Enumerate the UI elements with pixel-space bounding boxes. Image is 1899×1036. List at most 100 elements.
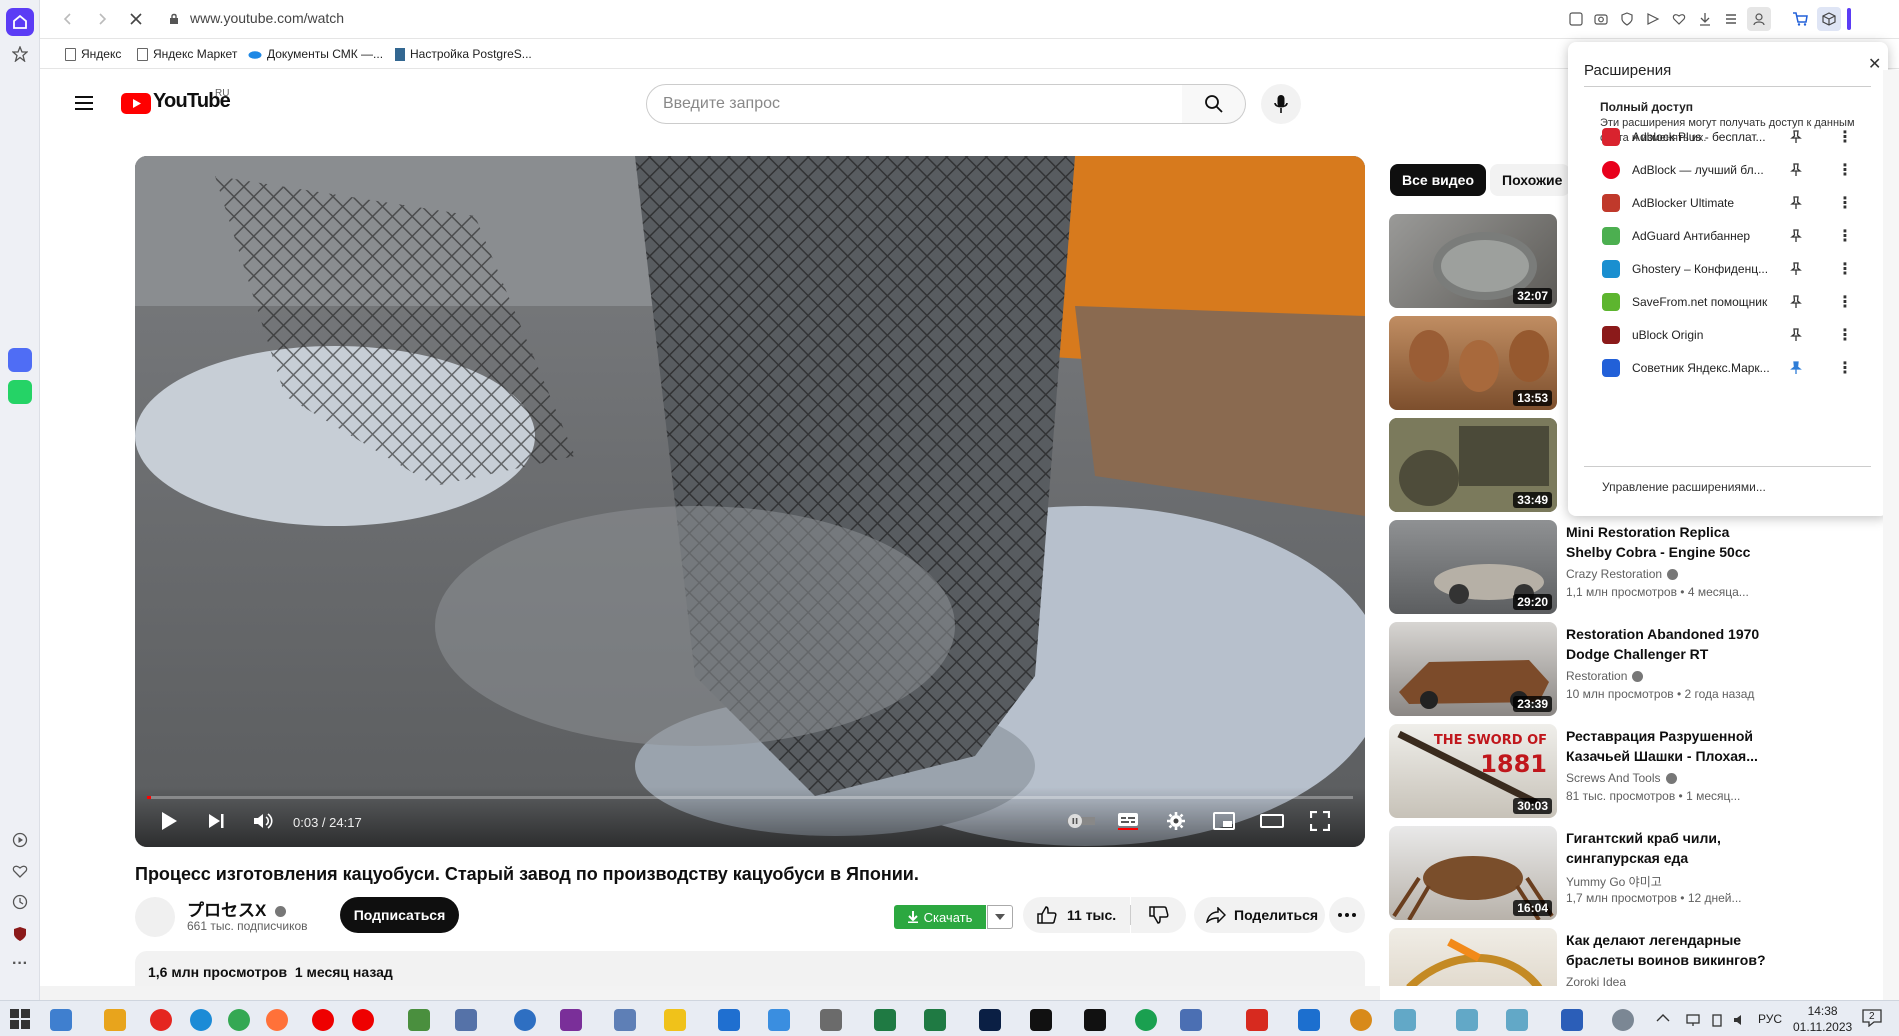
terminal-icon[interactable]: [1030, 1009, 1052, 1031]
extension-ghostery[interactable]: Ghostery – Конфиденц... ⋮: [1602, 254, 1872, 284]
recommendation-item[interactable]: THE SWORD OF 1881 30:03 Реставрация Разру…: [1389, 724, 1889, 820]
pin-icon[interactable]: [1790, 295, 1802, 309]
pin-filled-icon[interactable]: [1790, 361, 1802, 375]
subtitles-button[interactable]: [1114, 807, 1142, 835]
extension-menu-icon[interactable]: ⋮: [1837, 193, 1853, 213]
app-icon[interactable]: [1612, 1009, 1634, 1031]
download-icon[interactable]: [1695, 9, 1715, 29]
channel-name[interactable]: Screws And Tools: [1566, 771, 1677, 785]
fullscreen-button[interactable]: [1306, 807, 1334, 835]
app-icon[interactable]: [1394, 1009, 1416, 1031]
download-manager-icon[interactable]: [718, 1009, 740, 1031]
progress-bar[interactable]: [147, 796, 1353, 799]
terminal-icon[interactable]: [1084, 1009, 1106, 1031]
video-title[interactable]: Как делают легендарные браслеты воинов в…: [1566, 930, 1771, 970]
video-thumbnail[interactable]: 13:53: [1389, 316, 1557, 410]
horizontal-scrollbar[interactable]: [40, 986, 1380, 1000]
back-icon[interactable]: [58, 9, 78, 29]
extension-adblock-plus[interactable]: Adblock Plus - бесплат... ⋮: [1602, 122, 1872, 152]
start-icon[interactable]: [10, 1009, 32, 1031]
video-player[interactable]: 0:03 / 24:17: [135, 156, 1365, 847]
extension-menu-icon[interactable]: ⋮: [1837, 127, 1853, 147]
volume-tray-icon[interactable]: [1733, 1013, 1747, 1027]
video-thumbnail[interactable]: 33:49: [1389, 418, 1557, 512]
volume-button[interactable]: [250, 807, 278, 835]
network-icon[interactable]: [1686, 1013, 1700, 1027]
settings-button[interactable]: [1162, 807, 1190, 835]
dislike-button[interactable]: [1131, 897, 1186, 933]
bookmark-smk-docs[interactable]: Документы СМК —...: [248, 47, 383, 61]
bookmarks-icon[interactable]: [6, 40, 34, 68]
favorites-icon[interactable]: [6, 857, 34, 885]
like-button[interactable]: 11 тыс.: [1023, 897, 1130, 933]
extension-menu-icon[interactable]: ⋮: [1837, 325, 1853, 345]
pin-icon[interactable]: [1790, 196, 1802, 210]
yandex-browser-icon[interactable]: [150, 1009, 172, 1031]
opera-icon[interactable]: [312, 1009, 334, 1031]
protect-icon[interactable]: [1617, 9, 1637, 29]
extension-adguard[interactable]: AdGuard Антибаннер ⋮: [1602, 221, 1872, 251]
pdf-icon[interactable]: [1246, 1009, 1268, 1031]
menu-icon[interactable]: [1721, 9, 1741, 29]
video-thumbnail[interactable]: 29:20: [1389, 520, 1557, 614]
ublock-rail-icon[interactable]: [6, 920, 34, 948]
clock[interactable]: 14:38 01.11.2023: [1793, 1003, 1852, 1035]
history-icon[interactable]: [6, 888, 34, 916]
channel-name[interactable]: Zoroki Idea: [1566, 975, 1626, 986]
app-icon[interactable]: [1135, 1009, 1157, 1031]
video-thumbnail[interactable]: 16:04: [1389, 826, 1557, 920]
battery-icon[interactable]: [1710, 1013, 1724, 1027]
app-icon[interactable]: [455, 1009, 477, 1031]
folder-icon[interactable]: [664, 1009, 686, 1031]
download-options-button[interactable]: [987, 905, 1013, 929]
extension-menu-icon[interactable]: ⋮: [1837, 292, 1853, 312]
photoshop-icon[interactable]: [979, 1009, 1001, 1031]
app-icon[interactable]: [1298, 1009, 1320, 1031]
excel-icon[interactable]: [924, 1009, 946, 1031]
extension-adblock[interactable]: AdBlock — лучший бл... ⋮: [1602, 155, 1872, 185]
home-icon[interactable]: [6, 8, 34, 36]
autoplay-toggle[interactable]: [1067, 807, 1095, 835]
edge-icon[interactable]: [190, 1009, 212, 1031]
subscribe-button[interactable]: Подписаться: [340, 897, 459, 933]
recommendation-item[interactable]: 16:04 Гигантский краб чили, сингапурская…: [1389, 826, 1889, 922]
video-title[interactable]: Mini Restoration Replica Shelby Cobra - …: [1566, 522, 1771, 562]
channel-name[interactable]: プロセスX: [187, 896, 287, 921]
camera-icon[interactable]: [1591, 9, 1611, 29]
recommendation-item[interactable]: 23:39 Restoration Abandoned 1970 Dodge C…: [1389, 622, 1889, 718]
edit-icon[interactable]: [1566, 9, 1586, 29]
manage-extensions-link[interactable]: Управление расширениями...: [1602, 480, 1766, 494]
language-indicator[interactable]: РУС: [1758, 1012, 1782, 1026]
channel-avatar[interactable]: [135, 897, 175, 937]
page-scrollbar[interactable]: [1883, 70, 1899, 1000]
recommendation-item[interactable]: 29:20 Mini Restoration Replica Shelby Co…: [1389, 520, 1889, 616]
app-icon[interactable]: [1180, 1009, 1202, 1031]
chip-related[interactable]: Похожие: [1490, 164, 1570, 196]
telegram-icon[interactable]: [514, 1009, 536, 1031]
bookmark-postgres[interactable]: Настройка PostgreS...: [395, 47, 532, 61]
url-text[interactable]: www.youtube.com/watch: [190, 10, 344, 26]
sticky-app-icon[interactable]: [104, 1009, 126, 1031]
video-thumbnail[interactable]: 23:39: [1389, 622, 1557, 716]
extension-menu-icon[interactable]: ⋮: [1837, 259, 1853, 279]
extension-menu-icon[interactable]: ⋮: [1837, 226, 1853, 246]
video-thumbnail[interactable]: THE SWORD OF 1881 30:03: [1389, 724, 1557, 818]
video-title[interactable]: Restoration Abandoned 1970 Dodge Challen…: [1566, 624, 1771, 664]
pin-icon[interactable]: [1790, 130, 1802, 144]
voice-search-button[interactable]: [1261, 84, 1301, 124]
app-icon[interactable]: [820, 1009, 842, 1031]
extension-adblocker-ultimate[interactable]: AdBlocker Ultimate ⋮: [1602, 188, 1872, 218]
video-thumbnail[interactable]: 32:07: [1389, 214, 1557, 308]
notification-center-icon[interactable]: 2: [1862, 1009, 1882, 1029]
word-icon[interactable]: [1561, 1009, 1583, 1031]
extension-menu-icon[interactable]: ⋮: [1837, 358, 1853, 378]
video-title[interactable]: Гигантский краб чили, сингапурская еда: [1566, 828, 1771, 868]
app-icon[interactable]: [1506, 1009, 1528, 1031]
calculator-icon[interactable]: [50, 1009, 72, 1031]
pin-icon[interactable]: [1790, 262, 1802, 276]
channel-name[interactable]: Yummy Go 야미고: [1566, 873, 1662, 890]
share-button[interactable]: Поделиться: [1194, 897, 1325, 933]
youtube-logo-icon[interactable]: [121, 93, 151, 114]
guide-menu-icon[interactable]: [73, 94, 95, 112]
pin-icon[interactable]: [1790, 328, 1802, 342]
